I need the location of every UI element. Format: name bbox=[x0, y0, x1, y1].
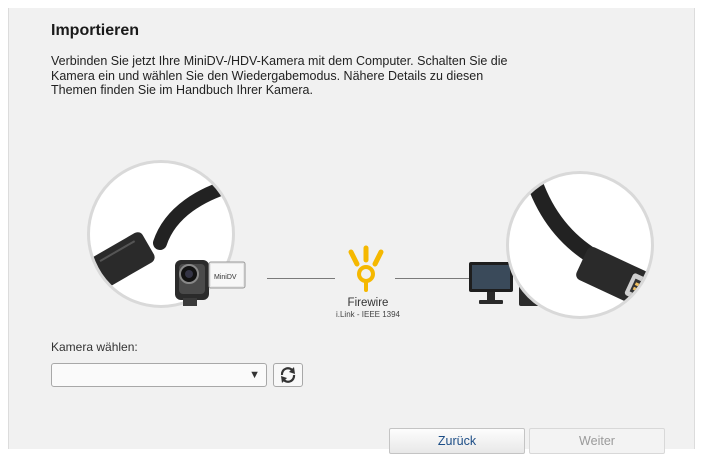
camera-select-label: Kamera wählen: bbox=[51, 340, 138, 354]
firewire-cable-socket-icon bbox=[523, 174, 651, 306]
connection-line-right bbox=[395, 278, 469, 279]
page-title: Importieren bbox=[51, 22, 140, 39]
minidv-logo-text: MiniDV bbox=[214, 274, 237, 281]
firewire-logo-icon bbox=[348, 245, 384, 292]
computer-plug-illustration bbox=[506, 171, 654, 319]
camera-select-dropdown[interactable]: ▼ bbox=[51, 363, 267, 387]
instructions-text: Verbinden Sie jetzt Ihre MiniDV-/HDV-Kam… bbox=[51, 54, 508, 97]
dropdown-arrow-icon[interactable]: ▼ bbox=[249, 369, 260, 381]
camcorder-icon: MiniDV bbox=[175, 260, 246, 306]
connection-line-left bbox=[267, 278, 335, 279]
next-button[interactable]: Weiter bbox=[529, 428, 665, 454]
firewire-sublabel: i.Link - IEEE 1394 bbox=[335, 310, 401, 319]
back-button[interactable]: Zurück bbox=[389, 428, 525, 454]
firewire-label: Firewire bbox=[347, 297, 389, 309]
import-dialog: Importieren Verbinden Sie jetzt Ihre Min… bbox=[8, 8, 695, 454]
refresh-icon bbox=[280, 367, 296, 383]
refresh-button[interactable] bbox=[273, 363, 303, 387]
